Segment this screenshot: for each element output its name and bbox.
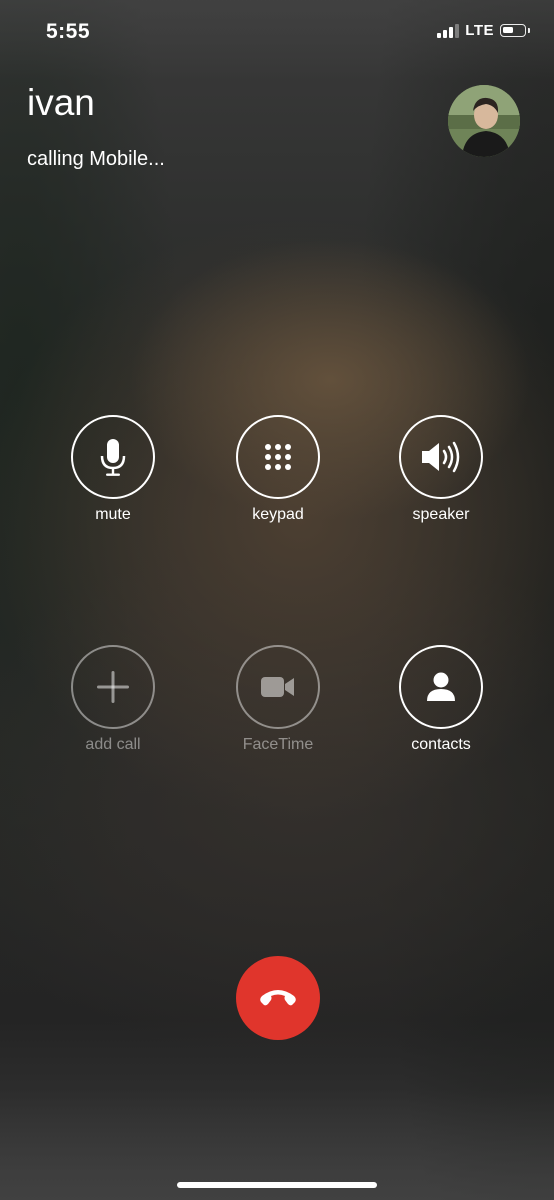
add-call-button[interactable]: add call [53, 645, 173, 754]
keypad-icon [265, 444, 291, 470]
microphone-icon [100, 439, 126, 476]
speaker-button[interactable]: speaker [381, 415, 501, 524]
battery-level [503, 27, 513, 33]
end-call-button[interactable] [236, 956, 320, 1040]
keypad-button[interactable]: keypad [218, 415, 338, 524]
add-call-circle[interactable] [71, 645, 155, 729]
speaker-label: speaker [412, 506, 470, 523]
call-status: calling Mobile... [27, 148, 165, 170]
caller-avatar [448, 85, 520, 157]
call-screen: 5:55 LTE ivan calling Mobile... mute key… [0, 0, 554, 1200]
status-indicators: LTE [437, 22, 530, 39]
video-camera-icon [261, 677, 294, 697]
speaker-circle[interactable] [399, 415, 483, 499]
mute-label: mute [95, 506, 131, 523]
facetime-circle[interactable] [236, 645, 320, 729]
battery-icon [500, 24, 526, 37]
caller-name: ivan [27, 82, 95, 123]
battery-tip [528, 28, 530, 33]
contacts-label: contacts [411, 736, 471, 753]
hang-up-icon [260, 990, 296, 1006]
speaker-icon [422, 441, 460, 473]
keypad-circle[interactable] [236, 415, 320, 499]
status-time: 5:55 [46, 20, 91, 43]
mute-circle[interactable] [71, 415, 155, 499]
facetime-label: FaceTime [242, 736, 314, 753]
mute-button[interactable]: mute [53, 415, 173, 524]
signal-strength-icon [437, 23, 460, 38]
add-call-label: add call [85, 736, 141, 753]
keypad-label: keypad [252, 506, 304, 523]
network-type: LTE [465, 22, 494, 39]
person-icon [427, 672, 455, 701]
plus-icon [97, 671, 129, 703]
contacts-circle[interactable] [399, 645, 483, 729]
facetime-button[interactable]: FaceTime [218, 645, 338, 754]
home-indicator[interactable] [177, 1182, 377, 1188]
contacts-button[interactable]: contacts [381, 645, 501, 754]
